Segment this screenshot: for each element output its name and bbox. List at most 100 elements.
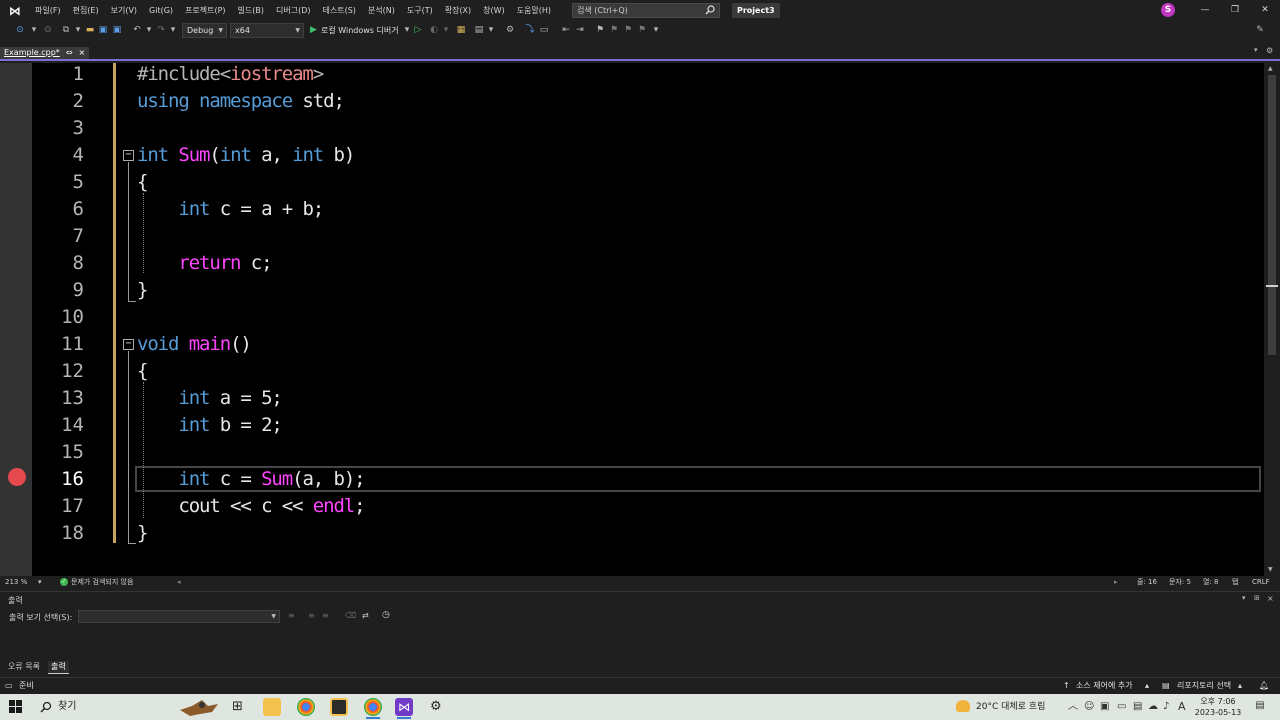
close-icon[interactable]: ✕ [1250, 0, 1280, 21]
account-avatar[interactable]: S [1161, 3, 1175, 17]
tab-dropdown-icon[interactable]: ▾ [1254, 46, 1258, 54]
settings-icon[interactable]: ⚙ [430, 699, 442, 714]
undo-dropdown-icon[interactable]: ▾ [143, 24, 155, 36]
prev-message-icon[interactable]: ≡ [308, 611, 315, 620]
layout-icon[interactable]: ▤ [473, 24, 485, 36]
menu-git[interactable]: Git(G) [143, 0, 179, 21]
tray-overflow-icon[interactable]: ︿ [1068, 700, 1078, 714]
select-repository-button[interactable]: 리포지토리 선택 [1177, 678, 1231, 694]
windows-start-icon[interactable] [9, 700, 23, 714]
tray-app-icon[interactable]: ☺ [1084, 700, 1094, 714]
file-explorer-icon[interactable] [263, 698, 281, 716]
column-indicator[interactable]: 열: 8 [1203, 576, 1218, 589]
code-line-9[interactable]: } [137, 277, 148, 304]
scroll-left-icon[interactable]: ◂ [177, 576, 181, 589]
layout-dropdown-icon[interactable]: ▾ [485, 24, 497, 36]
tab-output[interactable]: 출력 [48, 661, 69, 674]
notifications-icon[interactable]: 🔔︎ [1259, 678, 1269, 694]
start-debugging-button[interactable]: ▶ 로컬 Windows 디버거 [309, 23, 399, 38]
ime-indicator[interactable]: A [1178, 700, 1186, 714]
tab-error-list[interactable]: 오류 목록 [5, 661, 43, 673]
code-line-13[interactable]: int a = 5; [137, 385, 283, 412]
meet-icon[interactable]: ▣ [1100, 700, 1109, 714]
prev-bookmark-icon[interactable]: ⚑ [608, 24, 620, 36]
taskbar-clock[interactable]: 오후 7:06 2023-05-13 [1188, 696, 1248, 718]
chrome-icon[interactable] [297, 698, 315, 716]
battery-icon[interactable]: ▭ [1117, 700, 1126, 714]
pin-panel-icon[interactable]: ⊞ [1254, 594, 1260, 602]
breakpoint-margin[interactable] [0, 63, 32, 576]
word-wrap-icon[interactable]: ⇄ [362, 611, 369, 620]
line-indicator[interactable]: 줄: 16 [1137, 576, 1157, 589]
next-bookmark-icon[interactable]: ⚑ [622, 24, 634, 36]
code-line-12[interactable]: { [137, 358, 148, 385]
diagnostics-icon[interactable]: ⚙ [504, 24, 516, 36]
solution-explorer-icon[interactable]: ▦ [455, 24, 467, 36]
timestamp-icon[interactable]: ◷ [382, 610, 390, 620]
issues-indicator[interactable]: ✓ 문제가 검색되지 않음 [60, 576, 133, 589]
menu-extensions[interactable]: 확장(X) [439, 0, 477, 21]
outdent-icon[interactable]: ⇤ [560, 24, 572, 36]
volume-icon[interactable]: ♪ [1163, 700, 1169, 714]
weather-widget[interactable]: 20°C 대체로 흐림 [956, 694, 1045, 720]
code-line-5[interactable]: { [137, 169, 148, 196]
chrome-profile-icon[interactable] [364, 698, 382, 716]
code-line-4[interactable]: int Sum(int a, int b) [137, 142, 355, 169]
new-project-icon[interactable]: ⧉ [60, 24, 72, 36]
toolbar-overflow-icon[interactable]: ▾ [650, 24, 662, 36]
char-indicator[interactable]: 문자: 5 [1169, 576, 1191, 589]
close-panel-icon[interactable]: × [1267, 594, 1274, 603]
menu-analyze[interactable]: 분석(N) [362, 0, 401, 21]
bookmark-list-icon[interactable]: ▭ [538, 24, 550, 36]
scrollbar-thumb[interactable] [1268, 75, 1276, 355]
task-view-icon[interactable]: ⊞ [232, 699, 243, 714]
indent-indicator[interactable]: 탭 [1232, 576, 1238, 589]
collapse-region-icon[interactable]: − [123, 150, 134, 161]
navigate-forward-disabled-icon[interactable]: ⊙ [42, 24, 54, 36]
step-icon[interactable]: ⤵ [524, 24, 536, 36]
start-without-debugging-icon[interactable]: ▷ [412, 24, 424, 36]
menu-view[interactable]: 보기(V) [105, 0, 143, 21]
chevron-up-icon[interactable]: ▴ [1145, 678, 1149, 694]
menu-tools[interactable]: 도구(T) [401, 0, 439, 21]
save-all-icon[interactable]: ▣ [111, 24, 123, 36]
navigate-forward-icon[interactable]: ▾ [28, 24, 40, 36]
clear-all-icon[interactable]: ⌫ [345, 611, 356, 620]
clear-bookmarks-icon[interactable]: ⚑ [636, 24, 648, 36]
bookmark-icon[interactable]: ⚑ [594, 24, 606, 36]
hot-reload-dropdown-icon[interactable]: ▾ [440, 24, 452, 36]
redo-icon[interactable]: ↷ [155, 24, 167, 36]
code-line-8[interactable]: return c; [137, 250, 272, 277]
live-share-icon[interactable]: ✎ [1254, 24, 1266, 36]
menu-file[interactable]: 파일(F) [29, 0, 67, 21]
code-line-6[interactable]: int c = a + b; [137, 196, 324, 223]
chevron-up-icon[interactable]: ▴ [1238, 678, 1242, 694]
code-line-17[interactable]: cout << c << endl; [137, 493, 365, 520]
menu-debug[interactable]: 디버그(D) [270, 0, 316, 21]
scroll-up-icon[interactable]: ▲ [1268, 65, 1273, 72]
visual-studio-icon[interactable]: ⋈ [395, 698, 413, 716]
platform-select[interactable]: x64 ▼ [230, 23, 304, 38]
zoom-dropdown-icon[interactable]: ▾ [38, 576, 42, 589]
menu-test[interactable]: 테스트(S) [317, 0, 362, 21]
open-folder-icon[interactable]: ▬ [84, 24, 96, 36]
code-line-16[interactable]: int c = Sum(a, b); [137, 466, 365, 493]
menu-help[interactable]: 도움말(H) [511, 0, 557, 21]
code-editor[interactable]: 1 2 3 4 5 6 7 8 9 10 11 12 13 14 15 16 1… [0, 63, 1264, 576]
restore-icon[interactable]: ❐ [1220, 0, 1250, 21]
menu-edit[interactable]: 편집(E) [67, 0, 105, 21]
code-line-18[interactable]: } [137, 520, 148, 547]
search-input[interactable]: 검색 (Ctrl+Q) [572, 3, 720, 18]
settings-icon[interactable]: ⚙ [1266, 46, 1273, 55]
cloud-icon[interactable]: ☁ [1148, 700, 1158, 714]
code-line-14[interactable]: int b = 2; [137, 412, 283, 439]
output-source-select[interactable]: ▼ [78, 610, 280, 623]
minimize-icon[interactable]: — [1190, 0, 1220, 21]
editor-vertical-scrollbar[interactable]: ▲ ▼ [1264, 63, 1280, 576]
save-icon[interactable]: ▣ [97, 24, 109, 36]
configuration-select[interactable]: Debug ▼ [182, 23, 227, 38]
tab-close-icon[interactable]: × [79, 47, 86, 59]
zoom-level[interactable]: 213 % [5, 576, 27, 589]
scroll-right-icon[interactable]: ▸ [1114, 576, 1118, 589]
collapse-region-icon[interactable]: − [123, 339, 134, 350]
